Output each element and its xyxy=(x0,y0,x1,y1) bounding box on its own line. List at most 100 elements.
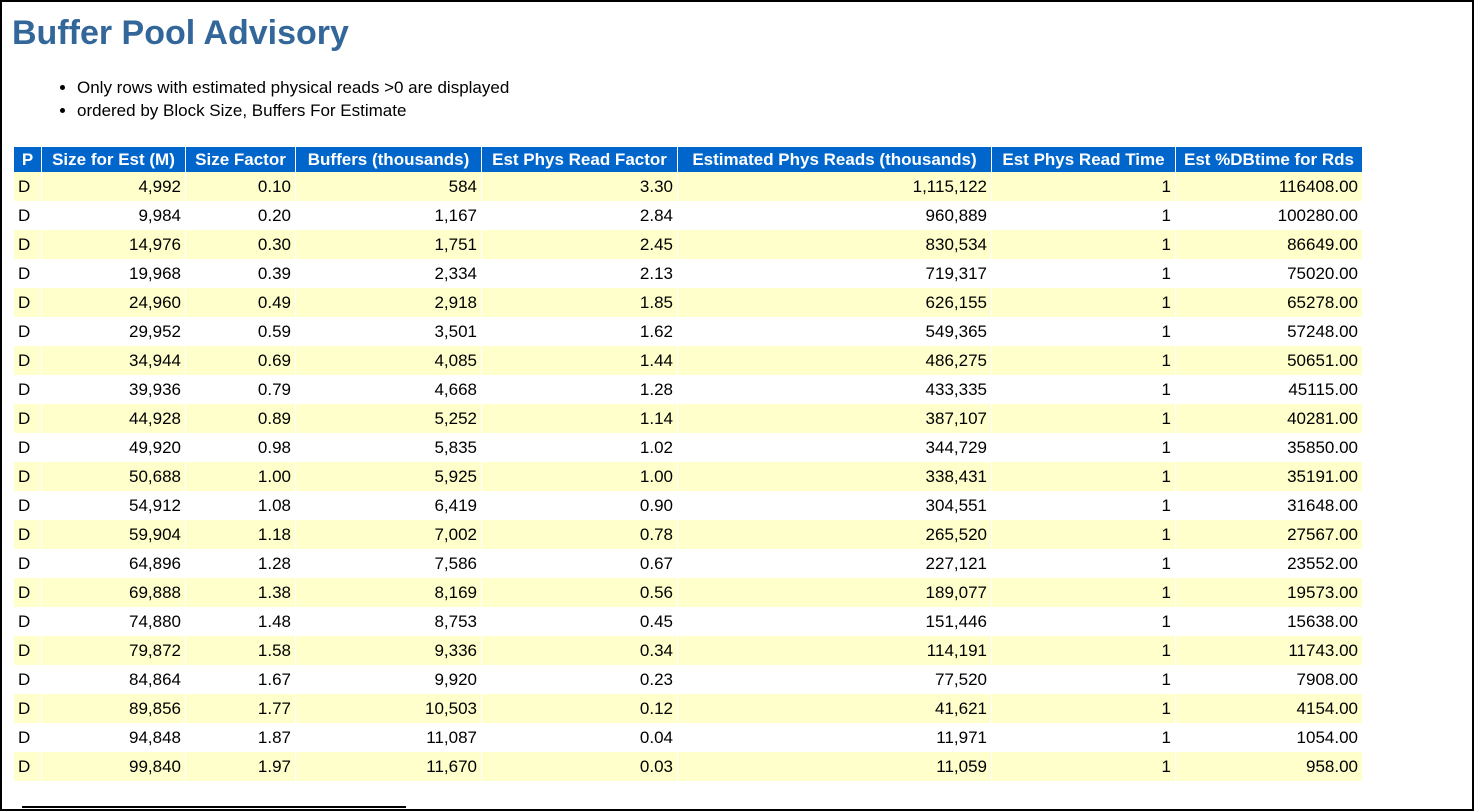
cell-p: D xyxy=(14,723,41,752)
cell-est-phys-read-factor: 0.56 xyxy=(482,578,677,607)
cell-est-phys-read-time: 1 xyxy=(992,520,1175,549)
cell-estimated-phys-reads: 830,534 xyxy=(678,230,991,259)
table-row: D 44,928 0.89 5,252 1.14 387,107 1 40281.00 xyxy=(14,404,1362,433)
cell-size-for-est: 34,944 xyxy=(42,346,185,375)
cell-size-factor: 1.28 xyxy=(186,549,295,578)
cell-est-dbtime-for-rds: 19573.00 xyxy=(1176,578,1362,607)
table-row: D 49,920 0.98 5,835 1.02 344,729 1 35850.00 xyxy=(14,433,1362,462)
table-row: D 84,864 1.67 9,920 0.23 77,520 1 7908.00 xyxy=(14,665,1362,694)
cell-est-phys-read-factor: 2.45 xyxy=(482,230,677,259)
cell-p: D xyxy=(14,317,41,346)
cell-est-dbtime-for-rds: 15638.00 xyxy=(1176,607,1362,636)
cell-buffers: 1,167 xyxy=(296,201,481,230)
cell-est-phys-read-factor: 2.84 xyxy=(482,201,677,230)
cell-buffers: 3,501 xyxy=(296,317,481,346)
cell-size-for-est: 44,928 xyxy=(42,404,185,433)
cell-est-dbtime-for-rds: 31648.00 xyxy=(1176,491,1362,520)
cell-est-phys-read-time: 1 xyxy=(992,607,1175,636)
cell-size-factor: 1.87 xyxy=(186,723,295,752)
cell-buffers: 2,334 xyxy=(296,259,481,288)
cell-est-phys-read-factor: 0.90 xyxy=(482,491,677,520)
cell-est-phys-read-time: 1 xyxy=(992,491,1175,520)
table-row: D 29,952 0.59 3,501 1.62 549,365 1 57248.00 xyxy=(14,317,1362,346)
table-row: D 79,872 1.58 9,336 0.34 114,191 1 11743.00 xyxy=(14,636,1362,665)
cell-p: D xyxy=(14,491,41,520)
cell-p: D xyxy=(14,694,41,723)
cell-est-phys-read-factor: 1.00 xyxy=(482,462,677,491)
table-row: D 39,936 0.79 4,668 1.28 433,335 1 45115.00 xyxy=(14,375,1362,404)
cell-est-dbtime-for-rds: 50651.00 xyxy=(1176,346,1362,375)
table-row: D 50,688 1.00 5,925 1.00 338,431 1 35191.00 xyxy=(14,462,1362,491)
cell-est-phys-read-time: 1 xyxy=(992,549,1175,578)
column-header-est-phys-read-time: Est Phys Read Time xyxy=(992,147,1175,172)
cell-size-factor: 1.58 xyxy=(186,636,295,665)
cell-estimated-phys-reads: 41,621 xyxy=(678,694,991,723)
cell-buffers: 8,169 xyxy=(296,578,481,607)
cell-p: D xyxy=(14,259,41,288)
cell-buffers: 4,668 xyxy=(296,375,481,404)
cell-est-phys-read-time: 1 xyxy=(992,578,1175,607)
table-row: D 54,912 1.08 6,419 0.90 304,551 1 31648.00 xyxy=(14,491,1362,520)
cell-size-factor: 1.77 xyxy=(186,694,295,723)
note-item: ordered by Block Size, Buffers For Estim… xyxy=(77,99,509,122)
cell-p: D xyxy=(14,346,41,375)
cell-est-phys-read-factor: 0.45 xyxy=(482,607,677,636)
cell-buffers: 7,002 xyxy=(296,520,481,549)
cell-size-for-est: 94,848 xyxy=(42,723,185,752)
table-row: D 24,960 0.49 2,918 1.85 626,155 1 65278.00 xyxy=(14,288,1362,317)
report-frame: Buffer Pool Advisory Only rows with esti… xyxy=(0,0,1474,811)
cell-est-phys-read-time: 1 xyxy=(992,694,1175,723)
cell-estimated-phys-reads: 338,431 xyxy=(678,462,991,491)
cell-estimated-phys-reads: 77,520 xyxy=(678,665,991,694)
table-row: D 99,840 1.97 11,670 0.03 11,059 1 958.00 xyxy=(14,752,1362,781)
cell-est-phys-read-time: 1 xyxy=(992,230,1175,259)
cell-est-phys-read-time: 1 xyxy=(992,346,1175,375)
cell-est-phys-read-factor: 0.12 xyxy=(482,694,677,723)
cell-buffers: 1,751 xyxy=(296,230,481,259)
cell-size-for-est: 19,968 xyxy=(42,259,185,288)
column-header-size-factor: Size Factor xyxy=(186,147,295,172)
cell-est-phys-read-time: 1 xyxy=(992,433,1175,462)
cell-buffers: 9,336 xyxy=(296,636,481,665)
cell-size-factor: 0.69 xyxy=(186,346,295,375)
table-row: D 94,848 1.87 11,087 0.04 11,971 1 1054.00 xyxy=(14,723,1362,752)
cell-estimated-phys-reads: 151,446 xyxy=(678,607,991,636)
cell-p: D xyxy=(14,607,41,636)
table-row: D 19,968 0.39 2,334 2.13 719,317 1 75020.00 xyxy=(14,259,1362,288)
cell-estimated-phys-reads: 227,121 xyxy=(678,549,991,578)
column-header-size-for-est: Size for Est (M) xyxy=(42,147,185,172)
cell-estimated-phys-reads: 344,729 xyxy=(678,433,991,462)
cell-size-factor: 0.89 xyxy=(186,404,295,433)
cell-size-factor: 0.39 xyxy=(186,259,295,288)
cell-size-for-est: 99,840 xyxy=(42,752,185,781)
cell-estimated-phys-reads: 387,107 xyxy=(678,404,991,433)
cell-p: D xyxy=(14,578,41,607)
cell-est-dbtime-for-rds: 57248.00 xyxy=(1176,317,1362,346)
table-row: D 69,888 1.38 8,169 0.56 189,077 1 19573.00 xyxy=(14,578,1362,607)
cell-size-factor: 0.79 xyxy=(186,375,295,404)
cell-buffers: 2,918 xyxy=(296,288,481,317)
cell-estimated-phys-reads: 549,365 xyxy=(678,317,991,346)
cell-size-factor: 1.18 xyxy=(186,520,295,549)
cell-size-for-est: 84,864 xyxy=(42,665,185,694)
cell-size-for-est: 79,872 xyxy=(42,636,185,665)
cell-estimated-phys-reads: 433,335 xyxy=(678,375,991,404)
cell-estimated-phys-reads: 265,520 xyxy=(678,520,991,549)
cell-est-phys-read-time: 1 xyxy=(992,172,1175,201)
cell-est-phys-read-factor: 0.03 xyxy=(482,752,677,781)
table-header-row: P Size for Est (M) Size Factor Buffers (… xyxy=(14,147,1362,172)
cell-size-for-est: 9,984 xyxy=(42,201,185,230)
cell-est-phys-read-factor: 1.85 xyxy=(482,288,677,317)
cell-est-phys-read-time: 1 xyxy=(992,665,1175,694)
cell-buffers: 5,252 xyxy=(296,404,481,433)
cell-size-factor: 0.10 xyxy=(186,172,295,201)
cell-p: D xyxy=(14,636,41,665)
cell-est-phys-read-time: 1 xyxy=(992,201,1175,230)
notes-list: Only rows with estimated physical reads … xyxy=(55,76,509,122)
cell-est-dbtime-for-rds: 75020.00 xyxy=(1176,259,1362,288)
cell-p: D xyxy=(14,288,41,317)
cell-est-dbtime-for-rds: 27567.00 xyxy=(1176,520,1362,549)
cell-size-for-est: 59,904 xyxy=(42,520,185,549)
cell-est-phys-read-factor: 2.13 xyxy=(482,259,677,288)
cell-buffers: 584 xyxy=(296,172,481,201)
